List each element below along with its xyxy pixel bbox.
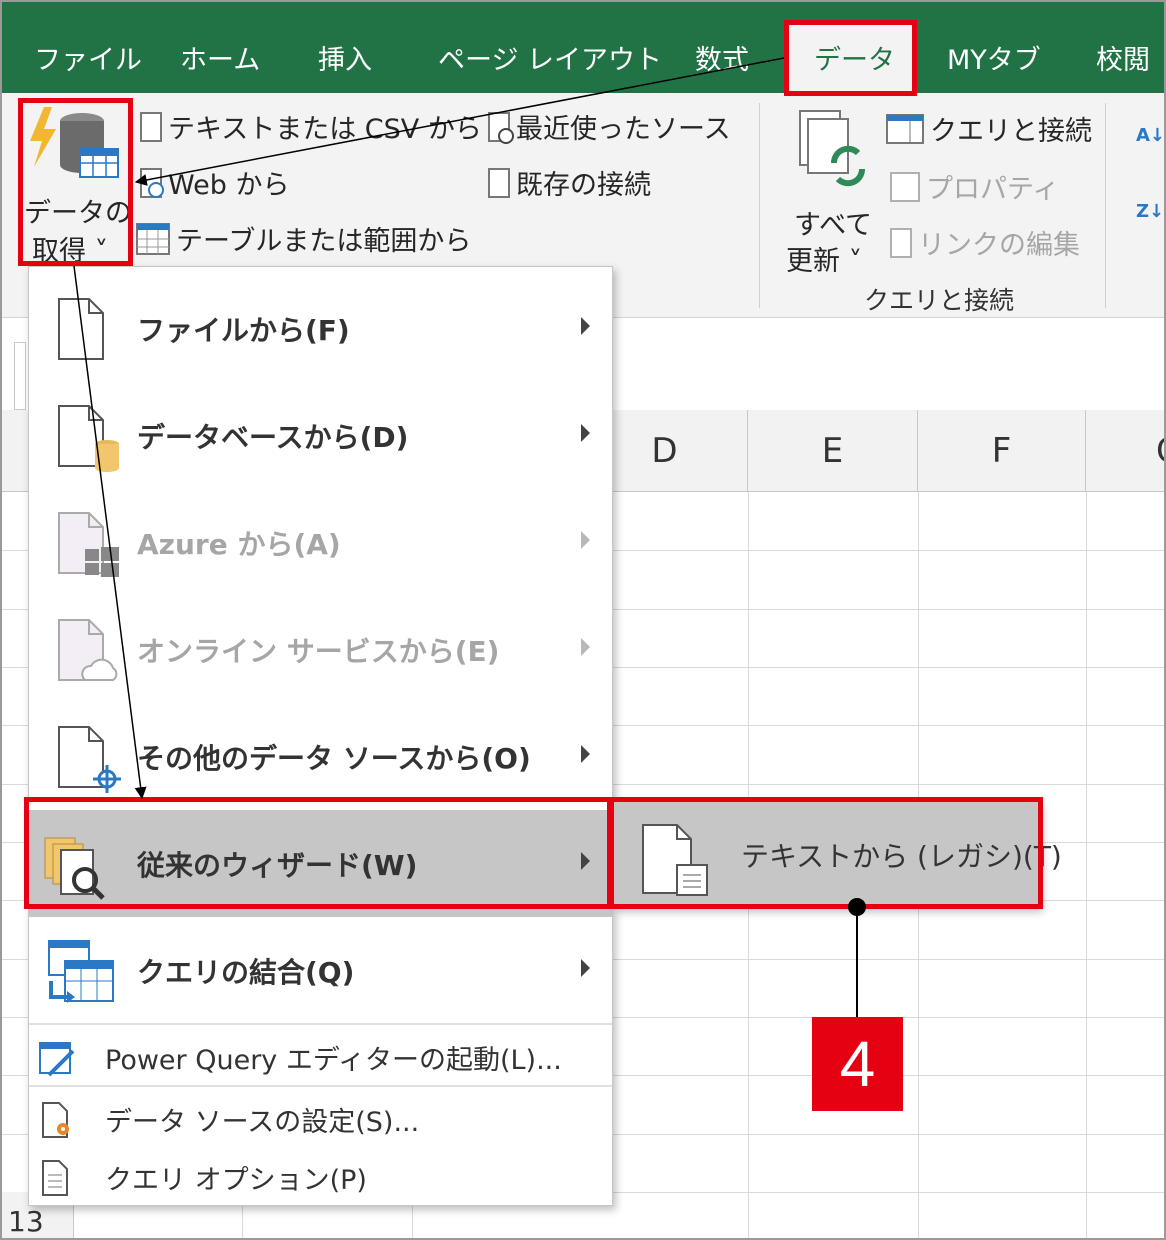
arrow-tab-to-get-data: [134, 57, 785, 186]
arrow-get-data-to-wizard: [73, 265, 147, 800]
annotation-arrows: [73, 57, 866, 1018]
callout-leader-dot: [848, 898, 866, 916]
step-number-callout: 4: [812, 1017, 903, 1111]
excel-window: ファイル ホーム 挿入 ページ レイアウト 数式 データ MYタブ 校閲 データ…: [0, 0, 1166, 1240]
